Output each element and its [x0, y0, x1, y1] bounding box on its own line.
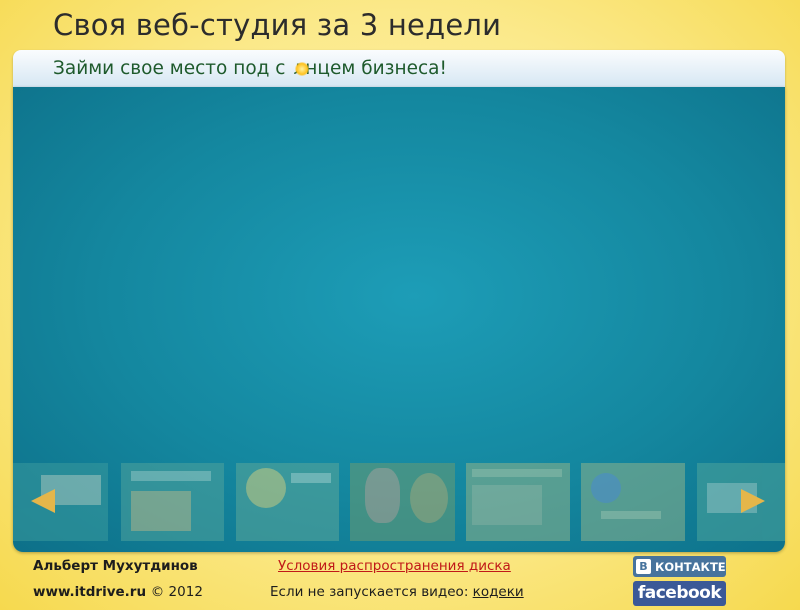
- sun-icon: [295, 62, 309, 76]
- video-note-text: Если не запускается видео:: [270, 584, 469, 600]
- prev-arrow-icon[interactable]: [31, 489, 55, 513]
- slogan-part-2: лнцем бизнеса!: [293, 58, 447, 79]
- page-title: Своя веб-студия за 3 недели: [53, 8, 502, 42]
- thumbnail-strip: [13, 463, 785, 541]
- terms-link[interactable]: Условия распространения диска: [278, 558, 511, 574]
- video-note: Если не запускается видео: кодеки: [270, 584, 524, 600]
- slogan-part-1: Займи свое место под с: [53, 58, 286, 79]
- site-link[interactable]: www.itdrive.ru: [33, 584, 146, 600]
- site-credit: www.itdrive.ru © 2012: [33, 584, 203, 600]
- video-stage[interactable]: [13, 87, 785, 552]
- copyright-year: © 2012: [150, 584, 203, 600]
- thumbnail-4[interactable]: [350, 463, 455, 541]
- thumbnail-5[interactable]: [466, 463, 570, 541]
- thumbnail-3[interactable]: [236, 463, 339, 541]
- codecs-link[interactable]: кодеки: [473, 584, 524, 600]
- thumbnail-1[interactable]: [13, 463, 108, 541]
- vk-icon: В: [636, 559, 651, 574]
- vk-label: КОНТАКТЕ: [655, 559, 726, 574]
- thumbnail-6[interactable]: [581, 463, 685, 541]
- facebook-button[interactable]: facebook: [633, 581, 726, 606]
- author-name: Альберт Мухутдинов: [33, 558, 198, 574]
- subtitle-bar: Займи свое место под с лнцем бизнеса!: [13, 50, 785, 87]
- vkontakte-button[interactable]: В КОНТАКТЕ: [633, 556, 726, 577]
- slogan: Займи свое место под с лнцем бизнеса!: [53, 58, 447, 79]
- thumbnail-2[interactable]: [121, 463, 224, 541]
- next-arrow-icon[interactable]: [741, 489, 765, 513]
